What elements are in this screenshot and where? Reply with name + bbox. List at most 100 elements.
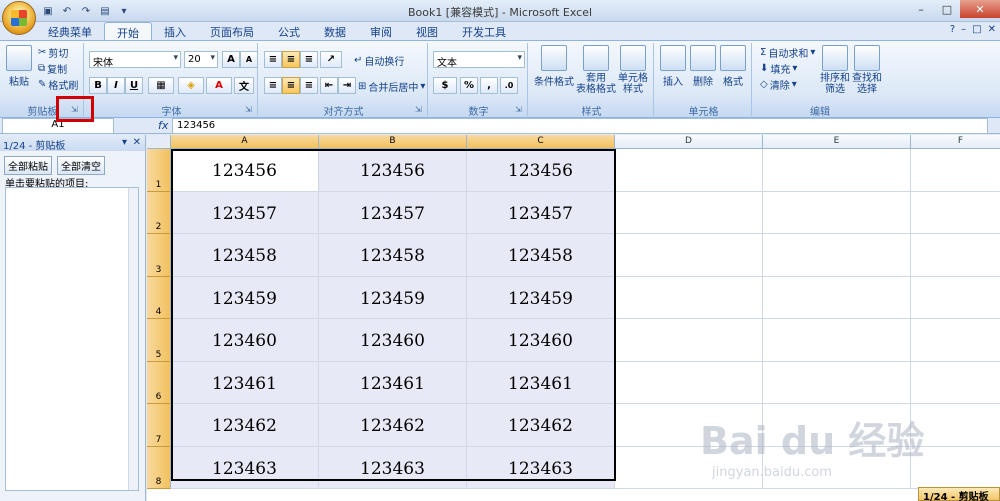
paste-button[interactable]: 粘贴: [6, 45, 32, 88]
cell-A5[interactable]: 123460: [171, 319, 319, 362]
clipboard-status-button[interactable]: 1/24 - 剪贴板: [918, 487, 1000, 501]
pane-close-icon[interactable]: ✕: [133, 137, 141, 148]
number-dialog-launcher-icon[interactable]: ⇲: [515, 105, 525, 115]
cell-D4[interactable]: [615, 276, 763, 319]
column-header-D[interactable]: D: [615, 135, 763, 149]
cell-C3[interactable]: 123458: [467, 234, 615, 277]
increase-indent-icon[interactable]: ⇥: [338, 77, 356, 94]
comma-button[interactable]: ,: [480, 77, 498, 94]
italic-button[interactable]: I: [107, 77, 125, 94]
cell-E1[interactable]: [763, 149, 911, 192]
clear-button[interactable]: ◇ 清除 ▾: [760, 77, 797, 92]
cell-A3[interactable]: 123458: [171, 234, 319, 277]
orientation-icon[interactable]: ↗: [320, 51, 342, 68]
cell-F6[interactable]: [911, 361, 1000, 404]
alignment-dialog-launcher-icon[interactable]: ⇲: [415, 105, 425, 115]
office-button[interactable]: [2, 1, 36, 35]
clear-all-button[interactable]: 全部清空: [57, 156, 105, 175]
cell-E6[interactable]: [763, 361, 911, 404]
border-icon[interactable]: ▦: [148, 77, 174, 94]
tab-classic-menu[interactable]: 经典菜单: [36, 22, 104, 40]
row-header-5[interactable]: 5: [147, 319, 171, 362]
align-center-icon[interactable]: ≡: [282, 77, 300, 94]
shrink-font-button[interactable]: A: [240, 51, 258, 68]
cell-E2[interactable]: [763, 191, 911, 234]
select-all-corner[interactable]: [147, 135, 171, 149]
percent-button[interactable]: %: [460, 77, 478, 94]
row-header-8[interactable]: 8: [147, 446, 171, 489]
cell-A6[interactable]: 123461: [171, 361, 319, 404]
cut-button[interactable]: ✂ 剪切: [38, 45, 68, 60]
row-header-2[interactable]: 2: [147, 191, 171, 234]
delete-cells-button[interactable]: 删除: [690, 45, 716, 88]
cell-E4[interactable]: [763, 276, 911, 319]
insert-cells-button[interactable]: 插入: [660, 45, 686, 88]
format-cells-button[interactable]: 格式: [720, 45, 746, 88]
grow-font-button[interactable]: A: [222, 51, 240, 68]
workbook-minimize-icon[interactable]: –: [961, 24, 966, 35]
font-name-combo[interactable]: 宋体: [89, 51, 181, 69]
cell-B1[interactable]: 123456: [319, 149, 467, 192]
tab-home[interactable]: 开始: [104, 22, 152, 40]
formula-input[interactable]: 123456: [172, 118, 988, 134]
find-select-button[interactable]: 查找和 选择: [852, 45, 882, 95]
tab-page-layout[interactable]: 页面布局: [198, 22, 266, 40]
row-header-7[interactable]: 7: [147, 404, 171, 447]
minimize-button[interactable]: –: [908, 0, 934, 18]
column-header-C[interactable]: C: [467, 135, 615, 149]
cell-E3[interactable]: [763, 234, 911, 277]
help-icon[interactable]: ?: [950, 24, 955, 35]
cell-B7[interactable]: 123462: [319, 404, 467, 447]
cell-F4[interactable]: [911, 276, 1000, 319]
currency-icon[interactable]: $: [433, 77, 457, 94]
decrease-indent-icon[interactable]: ⇤: [320, 77, 338, 94]
cell-D6[interactable]: [615, 361, 763, 404]
cell-D2[interactable]: [615, 191, 763, 234]
cell-A2[interactable]: 123457: [171, 191, 319, 234]
cell-C8[interactable]: 123463: [467, 446, 615, 489]
align-middle-icon[interactable]: ≡: [282, 51, 300, 68]
cell-E5[interactable]: [763, 319, 911, 362]
column-header-B[interactable]: B: [319, 135, 467, 149]
pane-options-icon[interactable]: ▾: [122, 137, 127, 148]
font-dialog-launcher-icon[interactable]: ⇲: [245, 105, 255, 115]
tab-formulas[interactable]: 公式: [266, 22, 312, 40]
column-header-A[interactable]: A: [171, 135, 319, 149]
cell-F2[interactable]: [911, 191, 1000, 234]
row-header-1[interactable]: 1: [147, 149, 171, 192]
tab-review[interactable]: 审阅: [358, 22, 404, 40]
workbook-close-icon[interactable]: ✕: [988, 24, 996, 35]
row-header-3[interactable]: 3: [147, 234, 171, 277]
increase-decimal-icon[interactable]: .0: [500, 77, 518, 94]
autosum-button[interactable]: Σ 自动求和 ▾: [760, 45, 815, 60]
pane-scrollbar[interactable]: [128, 188, 138, 490]
cell-C4[interactable]: 123459: [467, 276, 615, 319]
copy-button[interactable]: ⧉ 复制: [38, 61, 67, 76]
row-header-6[interactable]: 6: [147, 361, 171, 404]
format-painter-button[interactable]: ✎ 格式刷: [38, 77, 78, 92]
font-color-icon[interactable]: A: [206, 77, 232, 94]
function-icon[interactable]: fx: [158, 119, 168, 132]
cell-styles-button[interactable]: 单元格 样式: [618, 45, 648, 95]
paste-all-button[interactable]: 全部粘贴: [4, 156, 52, 175]
number-format-combo[interactable]: 文本: [433, 51, 525, 69]
tab-insert[interactable]: 插入: [152, 22, 198, 40]
cell-B8[interactable]: 123463: [319, 446, 467, 489]
cell-B5[interactable]: 123460: [319, 319, 467, 362]
row-header-4[interactable]: 4: [147, 276, 171, 319]
tab-developer[interactable]: 开发工具: [450, 22, 518, 40]
cell-A7[interactable]: 123462: [171, 404, 319, 447]
cell-A8[interactable]: 123463: [171, 446, 319, 489]
align-bottom-icon[interactable]: ≡: [300, 51, 318, 68]
close-button[interactable]: ✕: [960, 0, 1000, 18]
cell-C5[interactable]: 123460: [467, 319, 615, 362]
cell-A4[interactable]: 123459: [171, 276, 319, 319]
cell-B3[interactable]: 123458: [319, 234, 467, 277]
merge-center-button[interactable]: ⊞ 合并后居中 ▾: [358, 79, 425, 94]
align-right-icon[interactable]: ≡: [300, 77, 318, 94]
cell-B6[interactable]: 123461: [319, 361, 467, 404]
conditional-format-button[interactable]: 条件格式: [534, 45, 574, 88]
cell-C7[interactable]: 123462: [467, 404, 615, 447]
cell-F5[interactable]: [911, 319, 1000, 362]
sort-filter-button[interactable]: 排序和 筛选: [820, 45, 850, 95]
